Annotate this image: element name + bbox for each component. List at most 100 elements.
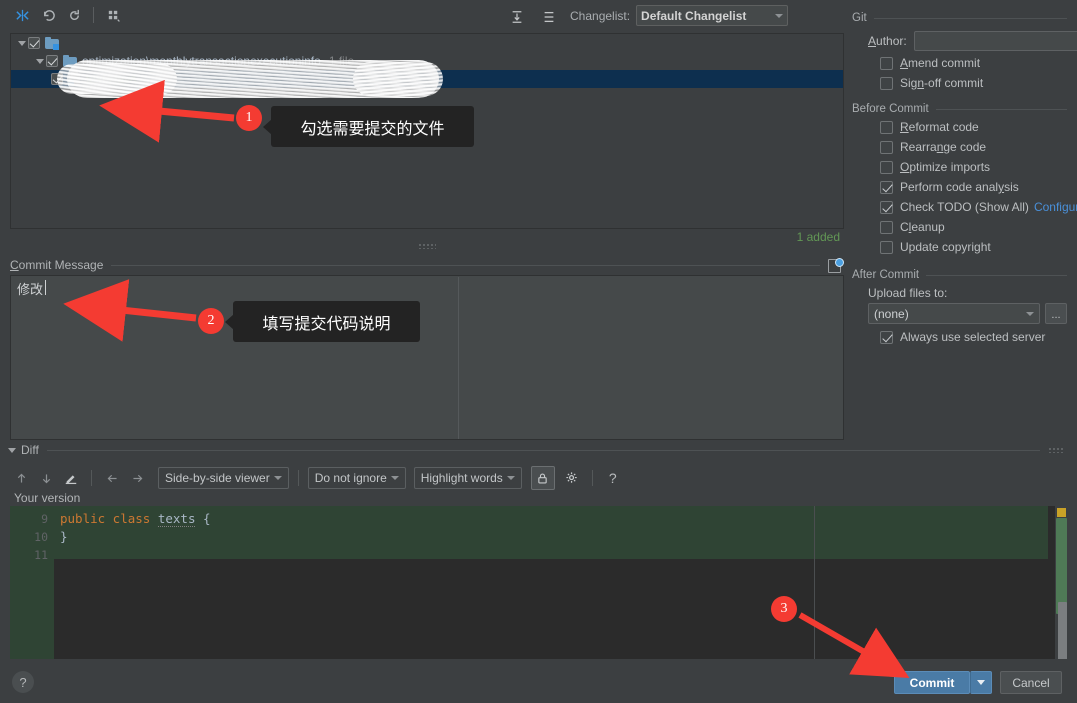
tree-checkbox[interactable] — [51, 73, 63, 85]
java-class-icon — [68, 72, 81, 86]
perform-code-analysis-checkbox[interactable] — [880, 180, 893, 194]
annotation-badge-3: 3 — [771, 596, 797, 622]
tree-checkbox[interactable] — [46, 55, 58, 67]
update-copyright-row[interactable]: Update copyright — [880, 237, 1067, 257]
tree-row-label: optimization\monthlytransactionexecution… — [82, 54, 321, 68]
diff-scrollbar-thumb[interactable] — [1058, 602, 1067, 659]
sign-off-commit-checkbox[interactable] — [880, 76, 893, 90]
text-caret — [45, 280, 46, 295]
collapse-diff-icon[interactable] — [10, 4, 34, 26]
rearrange-code-checkbox[interactable] — [880, 140, 893, 154]
reformat-code-row[interactable]: Reformat code — [880, 117, 1067, 137]
cancel-button[interactable]: Cancel — [1000, 671, 1062, 694]
rearrange-code-row[interactable]: Rearrange code — [880, 137, 1067, 157]
check-todo-row[interactable]: Check TODO (Show All) Configure — [880, 197, 1077, 217]
reformat-code-checkbox[interactable] — [880, 120, 893, 134]
toolbar-separator — [91, 470, 92, 486]
expand-all-icon[interactable] — [505, 6, 529, 28]
always-use-server-row[interactable]: Always use selected server — [880, 327, 1067, 347]
commit-message-input[interactable]: 修改 — [10, 275, 844, 440]
viewer-mode-select[interactable]: Side-by-side viewer — [158, 467, 289, 489]
arrow-down-icon[interactable] — [35, 467, 57, 489]
tree-checkbox[interactable] — [28, 37, 40, 49]
folder-icon — [63, 54, 77, 68]
upload-server-select[interactable]: (none) — [868, 303, 1040, 324]
commit-dropdown-button[interactable] — [970, 671, 992, 694]
check-todo-label: Check TODO (Show All) — [900, 200, 1029, 214]
upload-files-label: Upload files to: — [868, 286, 948, 300]
check-todo-checkbox[interactable] — [880, 200, 893, 214]
ignore-mode-select[interactable]: Do not ignore — [307, 467, 406, 489]
amend-commit-label: Amend commit — [900, 56, 981, 70]
arrow-right-icon[interactable] — [126, 467, 148, 489]
tree-row-folder[interactable]: optimization\monthlytransactionexecution… — [11, 52, 843, 70]
diff-gutter: 9 10 11 — [10, 506, 54, 659]
arrow-up-icon[interactable] — [10, 467, 32, 489]
changelist-label: Changelist: — [570, 8, 631, 23]
refresh-icon[interactable] — [62, 4, 86, 26]
before-commit-group-title: Before Commit — [852, 103, 929, 115]
always-use-server-label: Always use selected server — [900, 330, 1046, 344]
highlight-mode-value: Highlight words — [420, 471, 503, 485]
author-field[interactable] — [913, 31, 1077, 51]
chevron-down-icon[interactable] — [33, 58, 46, 64]
annotation-callout-2: 填写提交代码说明 — [225, 301, 420, 342]
group-rule — [926, 274, 1067, 276]
amend-commit-row[interactable]: Amend commit — [880, 53, 1067, 73]
configure-link[interactable]: Configure — [1034, 200, 1077, 214]
diff-pane-divider — [814, 506, 815, 659]
browse-servers-button[interactable]: ... — [1045, 303, 1067, 324]
group-rule — [873, 17, 1067, 19]
diff-section-header[interactable]: Diff — [8, 443, 1068, 457]
update-copyright-checkbox[interactable] — [880, 240, 893, 254]
commit-history-icon[interactable] — [828, 257, 844, 273]
changelist-select[interactable]: Default Changelist — [636, 5, 789, 26]
lock-icon[interactable] — [530, 466, 555, 490]
author-row: Author: — [868, 29, 1077, 53]
diff-change-marker — [1056, 518, 1067, 614]
chevron-down-icon[interactable] — [8, 447, 16, 453]
optimize-imports-row[interactable]: Optimize imports — [880, 157, 1067, 177]
highlight-mode-select[interactable]: Highlight words — [413, 467, 522, 489]
your-version-label: Your version — [14, 491, 81, 505]
rearrange-code-label: Rearrange code — [900, 140, 987, 154]
commit-button[interactable]: Commit — [894, 671, 970, 694]
commit-options-panel: Git Author: Amend commit Sign-off commit… — [852, 10, 1077, 349]
revert-icon[interactable] — [36, 4, 60, 26]
toolbar-icon-group — [10, 4, 125, 26]
amend-commit-checkbox[interactable] — [880, 56, 893, 70]
chevron-down-icon — [775, 13, 784, 18]
tree-splitter-handle[interactable] — [418, 243, 436, 249]
tree-row-count: 1 file — [328, 54, 355, 68]
gear-icon[interactable] — [561, 467, 583, 489]
question-icon[interactable]: ? — [602, 467, 624, 489]
diff-scrollbar-track[interactable] — [1055, 506, 1068, 659]
collapse-all-icon[interactable] — [537, 6, 561, 28]
diff-code-area[interactable]: public class texts { } — [54, 506, 1068, 659]
commit-message-label-rest: ommit Message — [18, 258, 104, 272]
cleanup-checkbox[interactable] — [880, 220, 893, 234]
diff-viewer[interactable]: 9 10 11 public class texts { } — [10, 506, 1068, 659]
optimize-imports-checkbox[interactable] — [880, 160, 893, 174]
chevron-down-icon[interactable] — [15, 40, 28, 46]
help-button[interactable]: ? — [12, 671, 34, 693]
tree-row-module[interactable] — [11, 34, 843, 52]
tree-row-label: texts.java — [86, 72, 137, 86]
ignore-mode-value: Do not ignore — [314, 471, 387, 485]
group-by-icon[interactable] — [101, 4, 125, 26]
diff-splitter-handle[interactable] — [1048, 447, 1064, 453]
chevron-down-icon — [273, 476, 282, 480]
arrow-left-icon[interactable] — [101, 467, 123, 489]
changelist-selected-value: Default Changelist — [641, 8, 747, 23]
sign-off-commit-row[interactable]: Sign-off commit — [880, 73, 1067, 93]
tree-row-file[interactable]: texts.java — [11, 70, 843, 88]
always-use-server-checkbox[interactable] — [880, 330, 893, 344]
perform-code-analysis-row[interactable]: Perform code analysis — [880, 177, 1067, 197]
cleanup-row[interactable]: Cleanup — [880, 217, 1067, 237]
update-copyright-label: Update copyright — [900, 240, 991, 254]
annotation-badge-2: 2 — [198, 308, 224, 334]
before-commit-group-header: Before Commit — [852, 101, 1067, 117]
line-number: 9 — [41, 512, 48, 526]
changelist-control: Changelist: Default Changelist — [570, 5, 789, 26]
pencil-icon[interactable] — [60, 467, 82, 489]
